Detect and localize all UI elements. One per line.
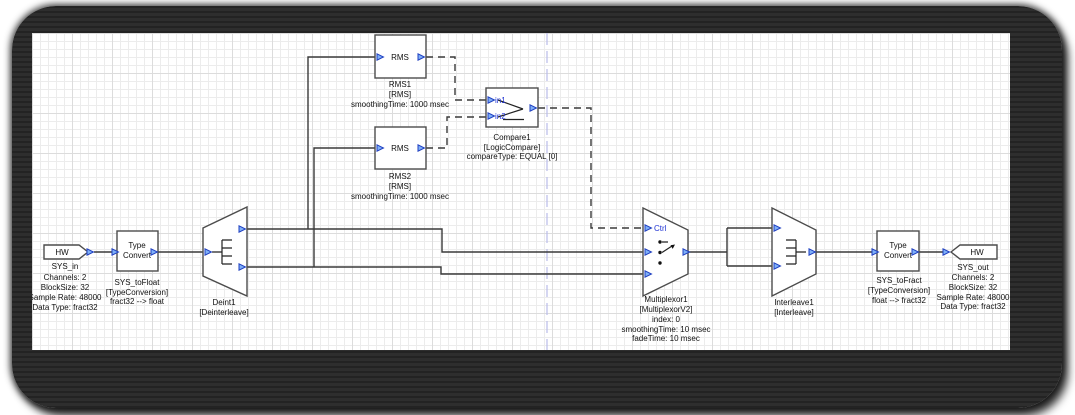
design-canvas[interactable]: HW SYS_in Channels: 2 BlockSize: 32 Samp… — [32, 33, 1010, 350]
sys-in-output-pin[interactable] — [86, 247, 95, 257]
type-convert-in-title1: Type — [128, 241, 146, 250]
type-convert-in-name: SYS_toFloat — [115, 278, 161, 287]
rms2-name: RMS2 — [389, 172, 412, 181]
wire-compare-to-mux-ctrl[interactable] — [538, 107, 643, 229]
wire-rms1-to-compare-in1[interactable] — [426, 56, 486, 101]
sys-out-input-pin[interactable] — [942, 247, 951, 257]
sys-in-prop: Channels: 2 — [44, 273, 87, 282]
rms2-type: [RMS] — [389, 182, 411, 191]
wire-rms2-to-compare-in2[interactable] — [426, 116, 486, 149]
sys-in-prop: Data Type: fract32 — [32, 303, 98, 312]
multiplexor1-name: Multiplexor1 — [644, 295, 688, 304]
type-convert-out-title1: Type — [889, 241, 907, 250]
sys-out-title: HW — [970, 248, 984, 257]
rms1-type: [RMS] — [389, 90, 411, 99]
sys-out-prop: Data Type: fract32 — [940, 302, 1006, 311]
multiplexor1-prop: smoothingTime: 10 msec — [621, 325, 710, 334]
sys-out-prop: Channels: 2 — [952, 273, 995, 282]
multiplexor1-prop: index: 0 — [652, 315, 681, 324]
type-convert-in-conversion: fract32 --> float — [110, 297, 165, 306]
sys-in-name: SYS_in — [52, 262, 79, 271]
rms1-prop: smoothingTime: 1000 msec — [351, 100, 449, 109]
type-convert-out-name: SYS_toFract — [876, 276, 922, 285]
screenshot-stage: HW SYS_in Channels: 2 BlockSize: 32 Samp… — [0, 0, 1075, 415]
type-convert-in-type: [TypeConversion] — [106, 288, 168, 297]
wire-mux-to-interleave[interactable] — [688, 227, 772, 267]
type-convert-out-type: [TypeConversion] — [868, 286, 930, 295]
interleave1-type: [Interleave] — [774, 308, 814, 317]
rms2-prop: smoothingTime: 1000 msec — [351, 192, 449, 201]
deint1-name: Deint1 — [212, 298, 236, 307]
wire-deint-out2-to-mux-in2[interactable] — [247, 266, 643, 275]
sys-out-prop: Sample Rate: 48000 — [937, 293, 1010, 302]
type-convert-out-title2: Convert — [884, 251, 913, 260]
multiplexor1-ctrl-label: Ctrl — [654, 224, 667, 233]
sys-in-title: HW — [55, 248, 69, 257]
sys-in-prop: BlockSize: 32 — [41, 283, 90, 292]
compare1-in1-label: in1 — [495, 96, 506, 105]
type-convert-out-conversion: float --> fract32 — [872, 296, 927, 305]
deint1-type: [Deinterleave] — [199, 308, 248, 317]
wire-branch-to-rms1[interactable] — [307, 56, 375, 229]
compare1-name: Compare1 — [493, 133, 531, 142]
rms1-title: RMS — [391, 53, 409, 62]
compare1-in2-label: in2 — [495, 112, 506, 121]
wire-branch-to-rms2[interactable] — [313, 147, 375, 267]
rms1-name: RMS1 — [389, 80, 412, 89]
multiplexor1-prop: fadeTime: 10 msec — [632, 334, 700, 343]
sys-out-name: SYS_out — [957, 263, 989, 272]
wire-deint-out1-to-mux-in1[interactable] — [247, 228, 643, 253]
rms2-title: RMS — [391, 144, 409, 153]
compare1-prop: compareType: EQUAL [0] — [467, 152, 558, 161]
sys-in-prop: Sample Rate: 48000 — [32, 293, 102, 302]
multiplexor1-type: [MultiplexorV2] — [640, 305, 693, 314]
diagram-layer: HW SYS_in Channels: 2 BlockSize: 32 Samp… — [32, 33, 1010, 350]
interleave1-name: Interleave1 — [774, 298, 814, 307]
type-convert-in-title2: Convert — [123, 251, 152, 260]
sys-out-prop: BlockSize: 32 — [949, 283, 998, 292]
compare1-type: [LogicCompare] — [484, 143, 540, 152]
